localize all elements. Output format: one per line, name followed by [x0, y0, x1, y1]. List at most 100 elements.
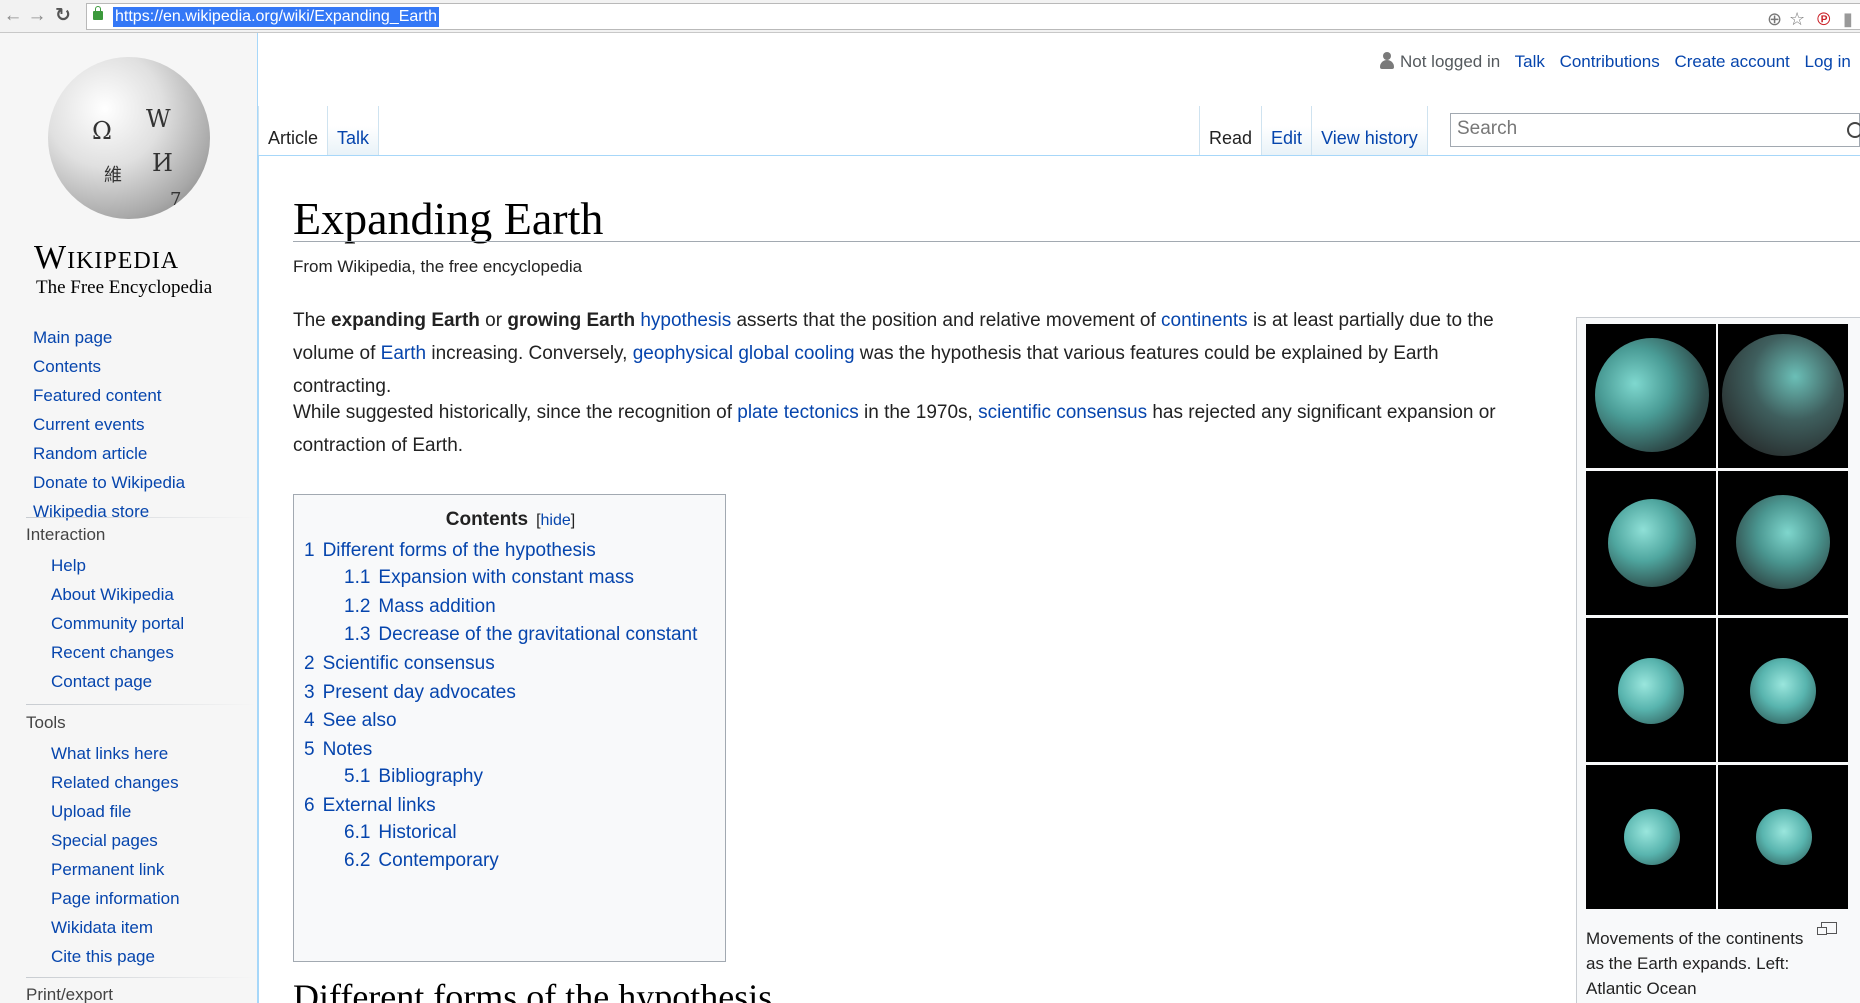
bold-term: growing Earth: [507, 310, 636, 331]
url-text[interactable]: https://en.wikipedia.org/wiki/Expanding_…: [113, 7, 439, 27]
search-input[interactable]: [1451, 114, 1821, 144]
nav-random-article[interactable]: Random article: [33, 439, 185, 468]
earth-frame[interactable]: [1718, 324, 1848, 468]
nav-current-events[interactable]: Current events: [33, 410, 185, 439]
sidebar: Ω W И 維 7 Wikipedia The Free Encyclopedi…: [0, 33, 258, 1003]
forward-arrow-icon[interactable]: →: [26, 4, 48, 28]
tool-page-information[interactable]: Page information: [51, 884, 180, 913]
earth-frame[interactable]: [1586, 471, 1716, 615]
wordmark: Wikipedia: [34, 239, 180, 276]
thumbnail-figure: Movements of the continents as the Earth…: [1576, 317, 1860, 1003]
print-export-heading[interactable]: Print/export: [26, 985, 113, 1003]
link-continents[interactable]: continents: [1161, 310, 1248, 331]
earth-frame[interactable]: [1718, 618, 1848, 762]
divider: [26, 517, 256, 518]
earth-frame[interactable]: [1586, 618, 1716, 762]
link-hypothesis[interactable]: hypothesis: [640, 310, 731, 331]
toc-hide-toggle[interactable]: [hide]: [536, 512, 575, 529]
personal-tools: Not logged in Talk Contributions Create …: [1380, 52, 1860, 74]
tab-view-history[interactable]: View history: [1312, 106, 1428, 156]
tool-cite-this-page[interactable]: Cite this page: [51, 942, 180, 971]
nav-store[interactable]: Wikipedia store: [33, 497, 185, 526]
tool-what-links-here[interactable]: What links here: [51, 739, 180, 768]
earth-frame[interactable]: [1718, 471, 1848, 615]
nav-help[interactable]: Help: [51, 551, 184, 580]
tool-related-changes[interactable]: Related changes: [51, 768, 180, 797]
nav-community-portal[interactable]: Community portal: [51, 609, 184, 638]
wikipedia-logo[interactable]: Ω W И 維 7 Wikipedia The Free Encyclopedi…: [28, 57, 228, 298]
nav-about[interactable]: About Wikipedia: [51, 580, 184, 609]
interaction-heading[interactable]: Interaction: [26, 525, 105, 545]
tool-permanent-link[interactable]: Permanent link: [51, 855, 180, 884]
thumbnail-caption: Movements of the continents as the Earth…: [1586, 929, 1804, 998]
tab-talk[interactable]: Talk: [328, 106, 380, 156]
link-plate-tectonics[interactable]: plate tectonics: [737, 402, 858, 423]
heading-rule: [293, 241, 1860, 242]
lock-icon: [93, 6, 103, 20]
globe-glyph: 維: [104, 165, 122, 186]
toc-item[interactable]: 3 Present day advocates: [304, 682, 516, 704]
tab-read[interactable]: Read: [1199, 106, 1263, 156]
create-account-link[interactable]: Create account: [1674, 52, 1789, 71]
earth-frame[interactable]: [1586, 324, 1716, 468]
toc-title: Contents [hide]: [294, 509, 727, 531]
namespace-tabs: Article Talk: [258, 106, 380, 156]
toc-item[interactable]: 5.1 Bibliography: [344, 766, 483, 788]
globe-glyph: И: [152, 149, 173, 177]
toc-item[interactable]: 1.2 Mass addition: [344, 596, 496, 618]
nav-main-page[interactable]: Main page: [33, 323, 185, 352]
toc-item[interactable]: 5 Notes: [304, 739, 372, 761]
link-earth[interactable]: Earth: [381, 343, 426, 364]
toc-item[interactable]: 1.3 Decrease of the gravitational constan…: [344, 624, 697, 646]
globe-glyph: W: [146, 105, 171, 133]
intro-paragraph-1: The expanding Earth or growing Earth hyp…: [293, 310, 1494, 397]
login-link[interactable]: Log in: [1805, 52, 1851, 71]
extension-icon[interactable]: ▮: [1843, 9, 1853, 30]
reload-icon[interactable]: ↻: [52, 4, 74, 28]
talk-link[interactable]: Talk: [1515, 52, 1545, 71]
bold-term: expanding Earth: [331, 310, 480, 331]
address-bar[interactable]: https://en.wikipedia.org/wiki/Expanding_…: [86, 3, 1860, 30]
contributions-link[interactable]: Contributions: [1560, 52, 1660, 71]
toc-item[interactable]: 1 Different forms of the hypothesis: [304, 540, 596, 562]
nav-contents[interactable]: Contents: [33, 352, 185, 381]
nav-featured-content[interactable]: Featured content: [33, 381, 185, 410]
intro-paragraph-2: While suggested historically, since the …: [293, 402, 1496, 456]
earth-frame[interactable]: [1586, 765, 1716, 909]
tab-edit[interactable]: Edit: [1262, 106, 1313, 156]
bookmark-star-icon[interactable]: ☆: [1789, 9, 1805, 30]
nav-recent-changes[interactable]: Recent changes: [51, 638, 184, 667]
search-icon[interactable]: [1847, 122, 1860, 138]
zoom-icon[interactable]: ⊕: [1767, 9, 1782, 30]
tab-article[interactable]: Article: [258, 106, 329, 156]
tool-special-pages[interactable]: Special pages: [51, 826, 180, 855]
toc-item[interactable]: 1.1 Expansion with constant mass: [344, 567, 634, 589]
interaction-portal: Help About Wikipedia Community portal Re…: [51, 551, 184, 696]
tools-heading[interactable]: Tools: [26, 713, 66, 733]
tools-portal: What links here Related changes Upload f…: [51, 739, 180, 971]
toc-item[interactable]: 6 External links: [304, 795, 436, 817]
site-subtitle: From Wikipedia, the free encyclopedia: [293, 257, 583, 276]
tool-upload-file[interactable]: Upload file: [51, 797, 180, 826]
divider: [26, 704, 256, 705]
view-tabs: Read Edit View history: [1199, 106, 1428, 156]
globe-glyph: Ω: [92, 117, 112, 145]
link-geophysical-global-cooling[interactable]: geophysical global cooling: [633, 343, 855, 364]
nav-donate[interactable]: Donate to Wikipedia: [33, 468, 185, 497]
tool-wikidata-item[interactable]: Wikidata item: [51, 913, 180, 942]
toc-heading: Contents: [445, 509, 529, 530]
user-status: Not logged in: [1380, 52, 1500, 71]
table-of-contents: Contents [hide] 1 Different forms of the h…: [293, 494, 726, 962]
back-arrow-icon[interactable]: ←: [2, 4, 24, 28]
globe-glyph: 7: [170, 189, 182, 210]
earth-frame[interactable]: [1718, 765, 1848, 909]
toc-item[interactable]: 4 See also: [304, 710, 397, 732]
toc-item[interactable]: 6.1 Historical: [344, 822, 457, 844]
pinterest-icon[interactable]: ℗: [1817, 9, 1830, 30]
toc-item[interactable]: 2 Scientific consensus: [304, 653, 495, 675]
tagline: The Free Encyclopedia: [36, 277, 213, 298]
nav-contact-page[interactable]: Contact page: [51, 667, 184, 696]
link-scientific-consensus[interactable]: scientific consensus: [978, 402, 1147, 423]
page-title: Expanding Earth: [293, 193, 604, 244]
toc-item[interactable]: 6.2 Contemporary: [344, 850, 499, 872]
